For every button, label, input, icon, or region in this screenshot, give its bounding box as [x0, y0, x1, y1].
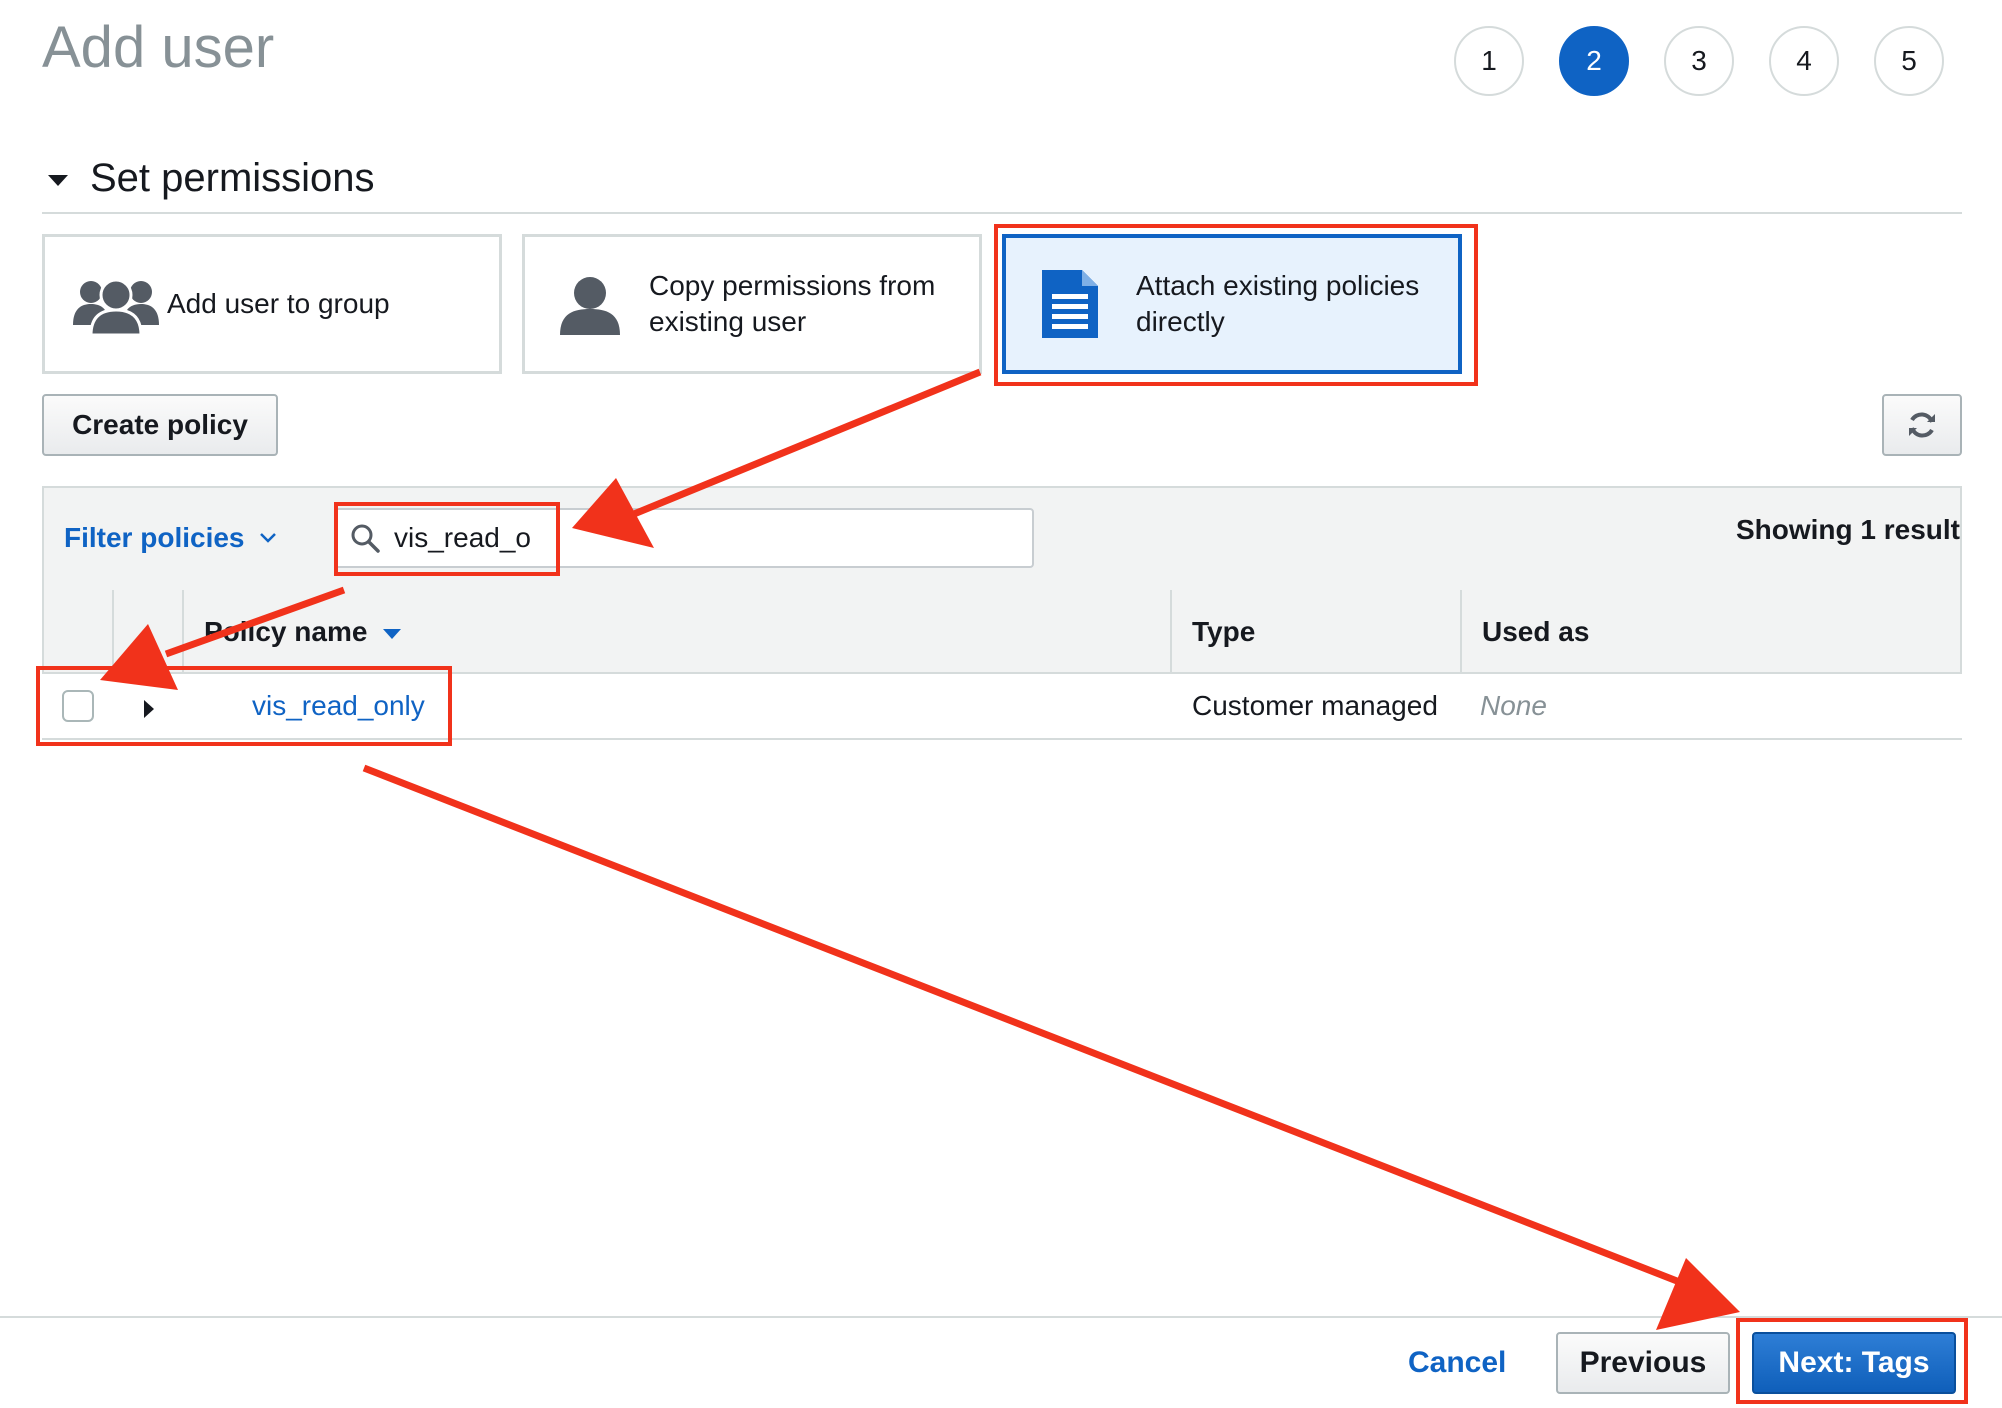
chevron-down-icon	[259, 532, 277, 544]
page-title: Add user	[42, 15, 275, 80]
previous-button[interactable]: Previous	[1556, 1332, 1730, 1394]
divider	[42, 212, 1962, 214]
column-header-policy-name[interactable]: Policy name	[204, 616, 402, 648]
policy-type: Customer managed	[1192, 690, 1438, 721]
highlight-policy-row	[36, 666, 452, 746]
option-label: Add user to group	[167, 288, 390, 319]
filter-label: Filter policies	[64, 522, 245, 553]
policy-used-as: None	[1480, 690, 1547, 721]
option-label: Copy permissions from existing user	[649, 270, 936, 337]
section-header[interactable]: Set permissions	[48, 156, 375, 201]
highlight-attach-option	[994, 224, 1478, 386]
section-title: Set permissions	[90, 156, 375, 200]
footer-divider	[0, 1316, 2002, 1318]
step-5[interactable]: 5	[1874, 26, 1944, 96]
users-icon	[71, 273, 161, 335]
refresh-icon	[1907, 410, 1937, 440]
caret-down-icon	[48, 175, 68, 186]
column-divider	[1460, 590, 1462, 674]
option-add-user-to-group[interactable]: Add user to group	[42, 234, 502, 374]
column-header-used-as[interactable]: Used as	[1482, 616, 1589, 648]
column-divider	[182, 590, 184, 674]
column-divider	[112, 590, 114, 674]
step-4[interactable]: 4	[1769, 26, 1839, 96]
step-2-active[interactable]: 2	[1559, 26, 1629, 96]
filter-policies-dropdown[interactable]: Filter policies	[64, 522, 277, 554]
column-label: Policy name	[204, 616, 368, 647]
sort-descending-icon	[383, 628, 402, 639]
option-copy-permissions[interactable]: Copy permissions from existing user	[522, 234, 982, 374]
result-count: Showing 1 result	[1735, 514, 1960, 545]
column-header-type[interactable]: Type	[1192, 616, 1255, 648]
highlight-next-button	[1736, 1318, 1968, 1404]
step-1[interactable]: 1	[1454, 26, 1524, 96]
step-3[interactable]: 3	[1664, 26, 1734, 96]
create-policy-button[interactable]: Create policy	[42, 394, 278, 456]
user-icon	[559, 273, 621, 335]
highlight-search	[334, 502, 560, 576]
column-divider	[1170, 590, 1172, 674]
refresh-button[interactable]	[1882, 394, 1962, 456]
cancel-button[interactable]: Cancel	[1408, 1346, 1506, 1380]
